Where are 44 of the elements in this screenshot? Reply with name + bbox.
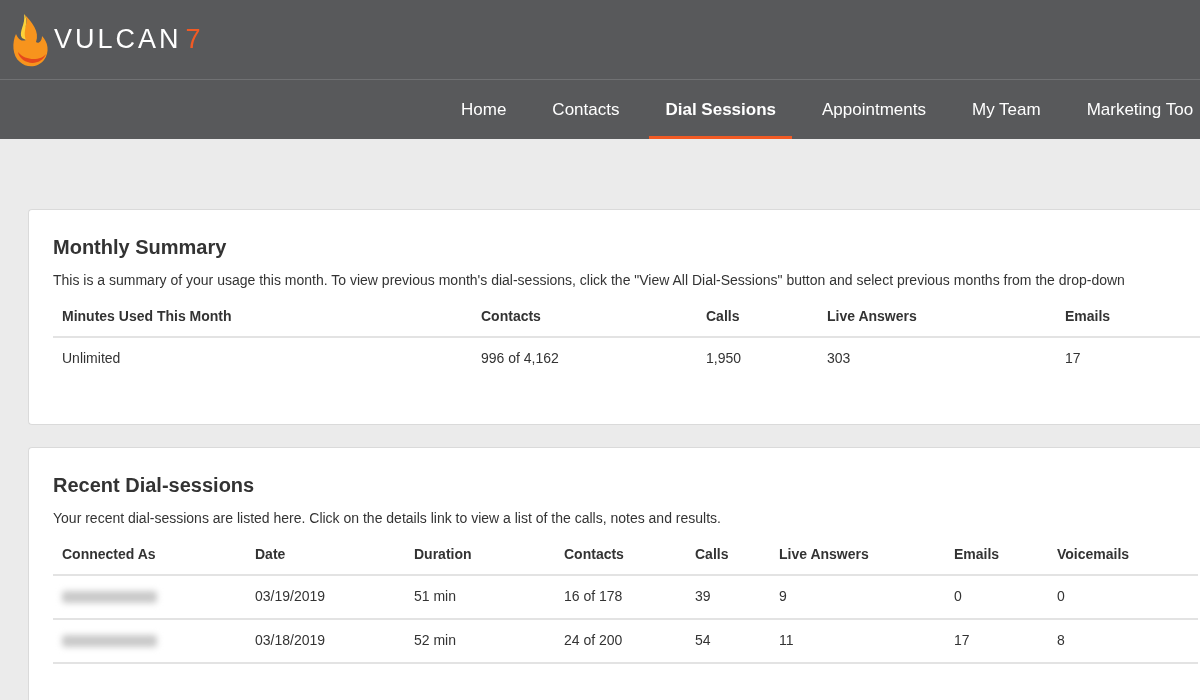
card-title: Recent Dial-sessions <box>53 474 256 497</box>
column-header: Contacts <box>555 546 686 576</box>
table-cell: 52 min <box>405 620 555 664</box>
table-cell-text: Unlimited <box>61 349 122 368</box>
column-header: Connected As <box>53 546 246 576</box>
table-cell-text: 996 of 4,162 <box>480 349 560 368</box>
column-header: Contacts <box>472 308 697 338</box>
table-cell: 03/18/2019 <box>246 620 405 664</box>
table-cell: 0 <box>945 576 1048 620</box>
column-header: Calls <box>697 308 818 338</box>
table-cell: 11 <box>770 620 945 664</box>
table-cell: 16 of 178 <box>555 576 686 620</box>
column-header: Emails <box>945 546 1048 576</box>
table-cell: 39 <box>686 576 770 620</box>
table-cell-text: 17 <box>1064 349 1082 368</box>
nav-tab[interactable]: Contacts <box>536 80 636 139</box>
table-cell: 8 <box>1048 620 1198 664</box>
nav-tab[interactable]: My Team <box>955 80 1057 139</box>
card-title: Monthly Summary <box>53 236 228 259</box>
card-description: Your recent dial-sessions are listed here. Click on the details link to view a list of the calls, notes and results. <box>53 510 722 526</box>
column-header: Duration <box>405 546 555 576</box>
card-description: This is a summary of your usage this month. To view previous month's dial-sessions, click the "View All Dial-Sessions" button and select previous months from the drop-down <box>53 272 1126 288</box>
table-cell: 03/19/2019 <box>246 576 405 620</box>
column-header: Emails <box>1056 308 1200 338</box>
logo-text: VULCAN <box>54 24 182 55</box>
table-cell: 0 <box>1048 576 1198 620</box>
column-header: Minutes Used This Month <box>53 308 472 338</box>
table-cell: 17 <box>945 620 1048 664</box>
table-cell-text: 303 <box>826 349 852 368</box>
table-cell: 51 min <box>405 576 555 620</box>
nav-tab[interactable]: Home <box>445 80 523 139</box>
column-header: Calls <box>686 546 770 576</box>
nav-tab[interactable]: Dial Sessions <box>649 80 792 139</box>
column-header: Live Answers <box>770 546 945 576</box>
nav-tab[interactable]: Appointments <box>806 80 942 139</box>
column-header: Voicemails <box>1048 546 1198 576</box>
logo-number: 7 <box>185 24 201 55</box>
table-cell-text: 1,950 <box>705 349 743 368</box>
column-header: Live Answers <box>818 308 1056 338</box>
nav-tab[interactable]: Marketing Too <box>1070 80 1200 139</box>
table-cell: 54 <box>686 620 770 664</box>
table-cell: 24 of 200 <box>555 620 686 664</box>
column-header: Date <box>246 546 405 576</box>
table-cell: 9 <box>770 576 945 620</box>
